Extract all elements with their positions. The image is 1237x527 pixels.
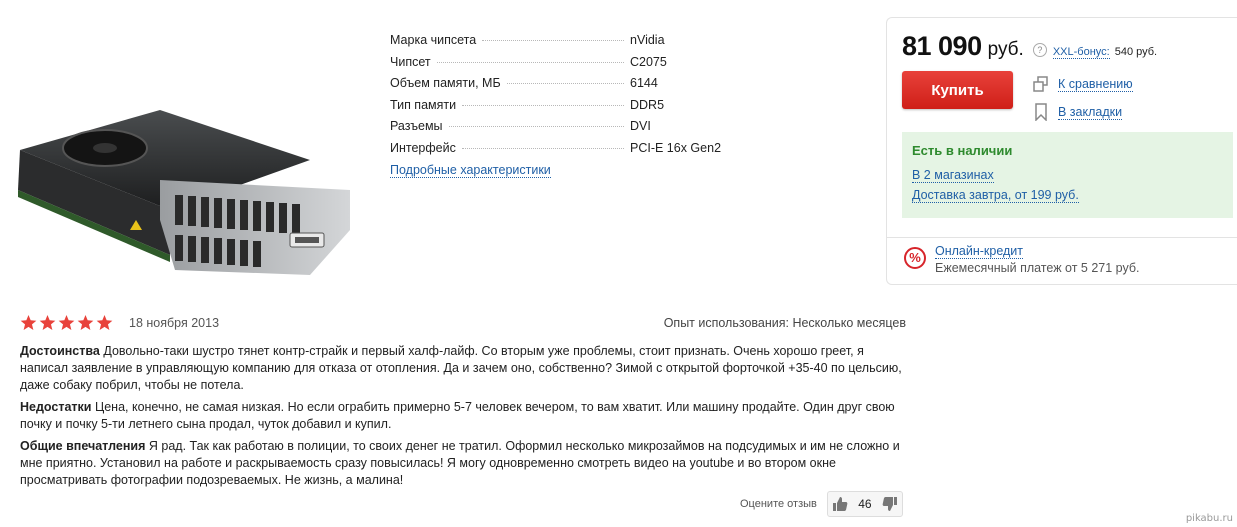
summary-label: Общие впечатления: [20, 439, 146, 453]
rate-box: 46: [826, 491, 903, 517]
review-body: Достоинства Довольно-таки шустро тянет к…: [20, 343, 910, 494]
spec-label: Объем памяти, МБ: [390, 76, 501, 90]
xxl-bonus-value: 540 руб.: [1114, 46, 1158, 58]
spec-row: Тип памяти DDR5: [390, 98, 730, 120]
help-icon[interactable]: ?: [1032, 43, 1047, 57]
cons-label: Недостатки: [20, 400, 92, 414]
monthly-payment-text: Ежемесячный платеж от 5 271 руб.: [935, 261, 1140, 275]
specs-list: Марка чипсета nVidia Чипсет C2075 Объем …: [390, 33, 730, 178]
spec-label: Чипсет: [390, 54, 431, 69]
thumb-down-icon[interactable]: [878, 492, 902, 516]
spec-label: Марка чипсета: [390, 33, 477, 47]
spec-value: PCI-E 16x Gen2: [630, 140, 722, 155]
bookmark-link[interactable]: В закладки: [1058, 105, 1123, 120]
spec-value: nVidia: [630, 33, 665, 47]
spec-dots: [462, 104, 624, 106]
star-icon: [96, 315, 113, 331]
watermark: pikabu.ru: [1185, 513, 1233, 524]
review-header: 18 ноября 2013 Опыт использования: Неско…: [20, 314, 906, 332]
stock-panel: Есть в наличии В 2 магазинах Доставка за…: [902, 132, 1233, 218]
spec-dots: [461, 147, 624, 149]
cons-text: Цена, конечно, не самая низкая. Но если …: [20, 400, 895, 431]
purchase-panel: 81 090 руб. ? XXL-бонус: 540 руб. Купить…: [886, 17, 1237, 285]
bookmark-action[interactable]: В закладки: [1033, 98, 1133, 126]
spec-dots: [436, 61, 624, 63]
spec-row: Чипсет C2075: [390, 55, 730, 77]
review-date: 18 ноября 2013: [129, 316, 220, 330]
buy-button[interactable]: Купить: [902, 71, 1013, 109]
online-credit-link[interactable]: Онлайн-кредит: [935, 244, 1024, 259]
star-icon: [77, 315, 94, 331]
likes-count: 46: [858, 497, 872, 511]
spec-label: Интерфейс: [390, 140, 456, 155]
stock-status: Есть в наличии: [912, 143, 1013, 158]
review-cons: Недостатки Цена, конечно, не самая низка…: [20, 399, 910, 433]
spec-value: DVI: [630, 119, 651, 133]
graphics-card-image: [18, 110, 350, 275]
spec-value: C2075: [630, 54, 667, 69]
spec-label: Разъемы: [390, 119, 443, 133]
spec-row: Разъемы DVI: [390, 119, 730, 141]
review-pros: Достоинства Довольно-таки шустро тянет к…: [20, 343, 910, 394]
star-icon: [20, 315, 37, 331]
compare-link[interactable]: К сравнению: [1058, 77, 1133, 92]
product-image[interactable]: [10, 40, 370, 305]
rating-stars: [20, 315, 113, 331]
spec-label: Тип памяти: [390, 97, 457, 112]
compare-action[interactable]: К сравнению: [1033, 70, 1133, 98]
price-value: 81 090: [902, 31, 982, 61]
compare-icon: [1033, 75, 1049, 93]
spec-row: Марка чипсета nVidia: [390, 33, 730, 55]
spec-row: Интерфейс PCI-E 16x Gen2: [390, 141, 730, 163]
credit-percent-icon: %: [904, 247, 926, 269]
spec-dots: [506, 83, 624, 84]
rate-review: Оцените отзыв 46: [740, 491, 903, 517]
price-currency: руб.: [987, 39, 1024, 60]
xxl-bonus-link[interactable]: XXL-бонус:: [1052, 46, 1110, 59]
price-row: 81 090 руб. ? XXL-бонус: 540 руб.: [902, 31, 1157, 62]
star-icon: [39, 315, 56, 331]
pros-label: Достоинства: [20, 344, 100, 358]
review-summary: Общие впечатления Я рад. Так как работаю…: [20, 438, 910, 489]
bookmark-icon: [1033, 103, 1049, 122]
stores-link[interactable]: В 2 магазинах: [912, 168, 994, 183]
pros-text: Довольно-таки шустро тянет контр-страйк …: [20, 344, 902, 392]
usage-experience: Опыт использования: Несколько месяцев: [663, 316, 906, 330]
spec-value: DDR5: [630, 97, 665, 112]
rate-review-label: Оцените отзыв: [740, 498, 817, 510]
thumb-up-icon[interactable]: [828, 492, 852, 516]
spec-value: 6144: [630, 76, 658, 90]
divider: [887, 237, 1237, 238]
spec-row: Объем памяти, МБ 6144: [390, 76, 730, 98]
summary-text: Я рад. Так как работаю в полиции, то сво…: [20, 439, 900, 487]
side-actions: К сравнению В закладки: [1033, 70, 1133, 126]
star-icon: [58, 315, 75, 331]
delivery-link[interactable]: Доставка завтра, от 199 руб.: [912, 188, 1079, 203]
detailed-specs-link[interactable]: Подробные характеристики: [390, 163, 551, 178]
spec-dots: [448, 126, 624, 127]
spec-dots: [482, 40, 624, 41]
